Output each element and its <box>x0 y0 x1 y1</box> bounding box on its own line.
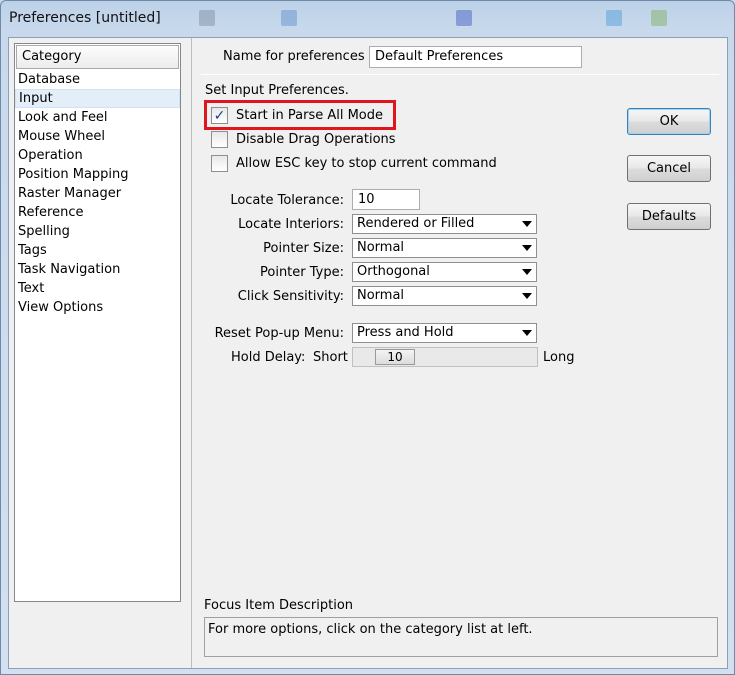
category-header[interactable]: Category <box>16 45 179 69</box>
category-list[interactable]: Category Database Input Look and Feel Mo… <box>14 43 181 602</box>
parse-all-checkbox[interactable]: ✓ <box>211 107 228 124</box>
cancel-button[interactable]: Cancel <box>627 155 711 182</box>
locate-interiors-label: Locate Interiors: <box>238 217 344 232</box>
allow-esc-row[interactable]: Allow ESC key to stop current command <box>211 155 497 172</box>
preferences-pane: Name for preferences Default Preferences… <box>193 38 727 668</box>
category-item-view-options[interactable]: View Options <box>15 298 180 317</box>
reset-popup-select[interactable]: Press and Hold <box>352 323 537 343</box>
hold-delay-slider[interactable]: 10 <box>352 347 538 367</box>
reset-popup-label: Reset Pop-up Menu: <box>214 326 344 341</box>
toolbar-icon <box>281 10 297 26</box>
allow-esc-label: Allow ESC key to stop current command <box>236 156 497 171</box>
category-item-tags[interactable]: Tags <box>15 241 180 260</box>
hold-delay-thumb[interactable]: 10 <box>375 349 415 365</box>
toolbar-icon <box>651 10 667 26</box>
category-item-text[interactable]: Text <box>15 279 180 298</box>
pointer-type-value: Orthogonal <box>357 264 430 279</box>
pointer-size-label: Pointer Size: <box>263 241 344 256</box>
category-item-database[interactable]: Database <box>15 70 180 89</box>
hold-delay-long-label: Long <box>543 350 575 365</box>
dropdown-arrow-icon <box>522 293 532 299</box>
allow-esc-checkbox[interactable] <box>211 155 228 172</box>
parse-all-row[interactable]: ✓ Start in Parse All Mode <box>211 107 383 124</box>
pointer-size-value: Normal <box>357 240 405 255</box>
hold-delay-label: Hold Delay: <box>231 350 306 365</box>
category-item-spelling[interactable]: Spelling <box>15 222 180 241</box>
dialog-client: Category Database Input Look and Feel Mo… <box>8 37 728 669</box>
locate-interiors-value: Rendered or Filled <box>357 216 475 231</box>
click-sensitivity-select[interactable]: Normal <box>352 286 537 306</box>
click-sensitivity-label: Click Sensitivity: <box>237 289 344 304</box>
category-item-reference[interactable]: Reference <box>15 203 180 222</box>
reset-popup-value: Press and Hold <box>357 325 454 340</box>
disable-drag-row[interactable]: Disable Drag Operations <box>211 131 396 148</box>
prefs-name-field[interactable]: Default Preferences <box>369 46 582 68</box>
click-sensitivity-value: Normal <box>357 288 405 303</box>
parse-all-label: Start in Parse All Mode <box>236 108 384 123</box>
pointer-size-select[interactable]: Normal <box>352 238 537 258</box>
preferences-window: Preferences [untitled] Category Database… <box>0 0 735 675</box>
pointer-type-label: Pointer Type: <box>260 265 344 280</box>
category-item-position-mapping[interactable]: Position Mapping <box>15 165 180 184</box>
divider <box>201 74 719 75</box>
locate-tolerance-field[interactable]: 10 <box>352 189 420 210</box>
section-title: Set Input Preferences. <box>205 83 349 98</box>
locate-interiors-select[interactable]: Rendered or Filled <box>352 214 537 234</box>
window-title: Preferences [untitled] <box>9 10 161 26</box>
dropdown-arrow-icon <box>522 221 532 227</box>
category-item-task-navigation[interactable]: Task Navigation <box>15 260 180 279</box>
dropdown-arrow-icon <box>522 330 532 336</box>
category-item-look-and-feel[interactable]: Look and Feel <box>15 108 180 127</box>
category-pane: Category Database Input Look and Feel Mo… <box>9 38 192 668</box>
category-item-mouse-wheel[interactable]: Mouse Wheel <box>15 127 180 146</box>
toolbar-icon <box>456 10 472 26</box>
category-item-raster-manager[interactable]: Raster Manager <box>15 184 180 203</box>
dropdown-arrow-icon <box>522 245 532 251</box>
focus-description: For more options, click on the category … <box>204 617 718 657</box>
disable-drag-checkbox[interactable] <box>211 131 228 148</box>
disable-drag-label: Disable Drag Operations <box>236 132 396 147</box>
prefs-name-label: Name for preferences <box>223 49 365 64</box>
focus-title: Focus Item Description <box>204 598 354 613</box>
hold-delay-short-label: Short <box>313 350 348 365</box>
category-item-operation[interactable]: Operation <box>15 146 180 165</box>
defaults-button[interactable]: Defaults <box>627 203 711 230</box>
dropdown-arrow-icon <box>522 269 532 275</box>
title-bar[interactable]: Preferences [untitled] <box>1 1 734 37</box>
toolbar-icon <box>606 10 622 26</box>
locate-tolerance-label: Locate Tolerance: <box>230 193 344 208</box>
category-item-input[interactable]: Input <box>15 89 180 108</box>
ok-button[interactable]: OK <box>627 108 711 135</box>
pointer-type-select[interactable]: Orthogonal <box>352 262 537 282</box>
toolbar-icon <box>199 10 215 26</box>
